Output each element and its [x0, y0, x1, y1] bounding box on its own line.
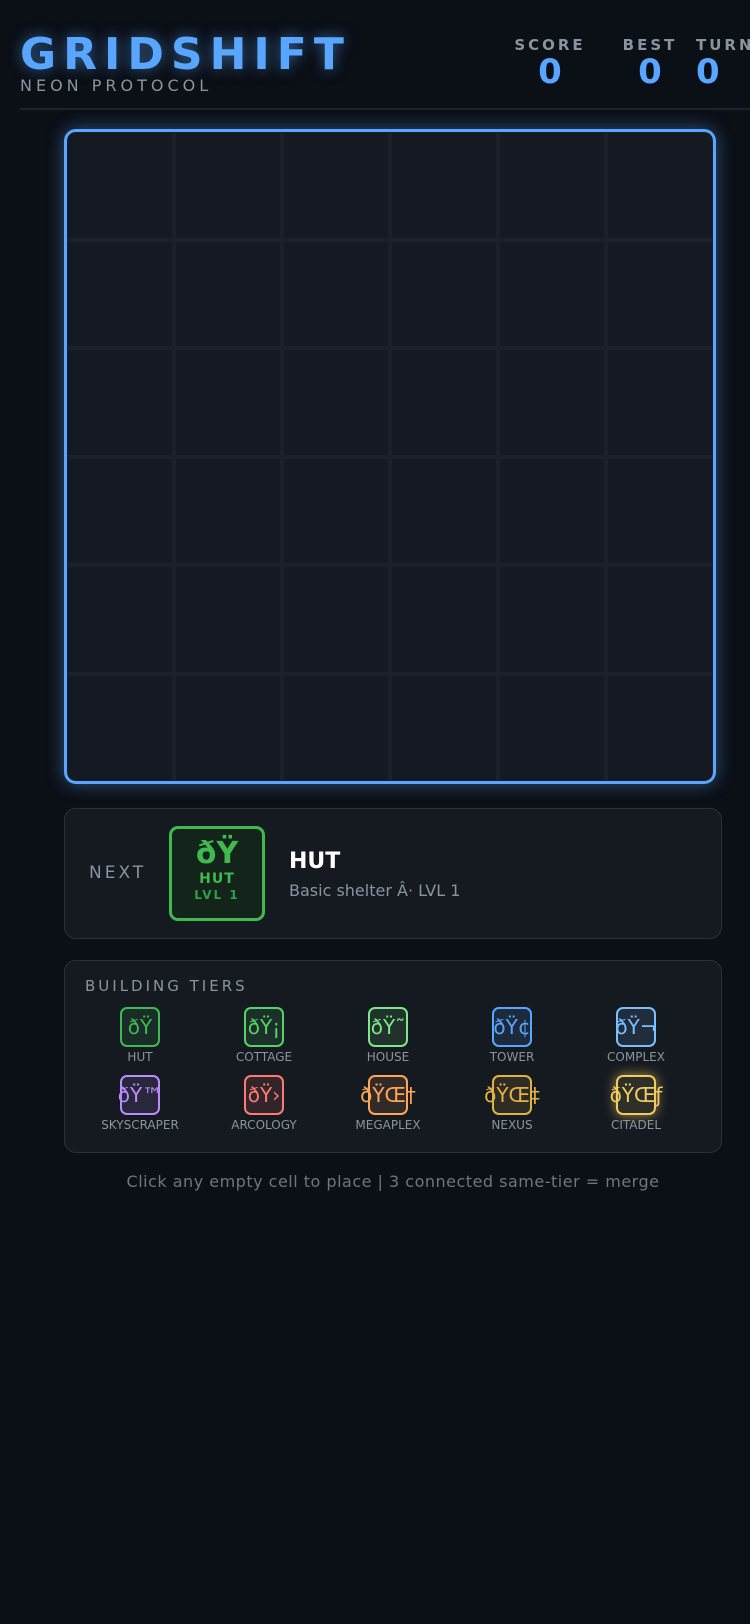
board-cell[interactable]	[608, 675, 712, 780]
best-stat: BEST 0	[612, 36, 688, 90]
tier-item-complex: ðŸ¬ COMPLEX	[581, 1007, 691, 1064]
board-cell[interactable]	[392, 133, 496, 238]
board-cell[interactable]	[608, 350, 712, 455]
house-icon: ðŸ˜	[368, 1007, 408, 1047]
hut-icon: ðŸ	[195, 836, 239, 871]
next-tile: ðŸ HUT LVL 1	[169, 826, 265, 921]
board-cell[interactable]	[176, 133, 280, 238]
board-cell[interactable]	[392, 458, 496, 563]
board-cell[interactable]	[284, 241, 388, 346]
instructions-hint: Click any empty cell to place | 3 connec…	[126, 1172, 660, 1191]
tier-name: TOWER	[489, 1050, 535, 1064]
tier-item-arcology: ðŸ› ARCOLOGY	[209, 1075, 319, 1132]
tier-name: COMPLEX	[607, 1050, 665, 1064]
tier-name: HUT	[127, 1050, 153, 1064]
board-cell[interactable]	[392, 241, 496, 346]
board-cell[interactable]	[284, 567, 388, 672]
score-stat: SCORE 0	[512, 36, 588, 90]
board-cell[interactable]	[284, 675, 388, 780]
board-cell[interactable]	[500, 133, 604, 238]
board-cell[interactable]	[176, 458, 280, 563]
board-cell[interactable]	[68, 350, 172, 455]
tier-name: HOUSE	[366, 1050, 410, 1064]
arcology-icon: ðŸ›	[244, 1075, 284, 1115]
board-cell[interactable]	[68, 133, 172, 238]
turn-stat: TURN 0	[696, 36, 750, 90]
building-tiers-panel: BUILDING TIERS ðŸ HUT ðŸ¡ COTTAGE ðŸ˜ HOUSE ðŸ…	[64, 960, 722, 1153]
board-cell[interactable]	[500, 675, 604, 780]
board-cell[interactable]	[284, 350, 388, 455]
cottage-icon: ðŸ¡	[244, 1007, 284, 1047]
skyscraper-icon: ðŸ™	[118, 1075, 162, 1115]
game-title: GRIDSHIFT	[20, 29, 351, 80]
board-cell[interactable]	[500, 458, 604, 563]
tier-item-megaplex: ðŸŒ† MEGAPLEX	[333, 1075, 443, 1132]
complex-icon: ðŸ¬	[615, 1007, 657, 1047]
board-cell[interactable]	[176, 241, 280, 346]
next-panel: NEXT ðŸ HUT LVL 1 HUT Basic shelter Â· L…	[64, 808, 722, 939]
board-cell[interactable]	[608, 567, 712, 672]
board-cell[interactable]	[284, 458, 388, 563]
board-cell[interactable]	[392, 350, 496, 455]
game-subtitle: NEON PROTOCOL	[20, 76, 213, 95]
hut-icon: ðŸ	[120, 1007, 160, 1047]
tier-name: CITADEL	[610, 1118, 662, 1132]
board-cell[interactable]	[68, 567, 172, 672]
tier-name: ARCOLOGY	[231, 1118, 297, 1132]
board-cell[interactable]	[176, 675, 280, 780]
tier-name: MEGAPLEX	[355, 1118, 421, 1132]
best-value: 0	[638, 52, 662, 92]
game-board	[64, 129, 716, 784]
board-cell[interactable]	[500, 350, 604, 455]
next-building-description: Basic shelter Â· LVL 1	[289, 881, 461, 900]
board-cell[interactable]	[608, 133, 712, 238]
board-cell[interactable]	[68, 675, 172, 780]
tower-icon: ðŸ¢	[492, 1007, 532, 1047]
next-tile-name: HUT	[199, 871, 235, 887]
board-cell[interactable]	[68, 241, 172, 346]
board-cell[interactable]	[176, 350, 280, 455]
board-cell[interactable]	[176, 567, 280, 672]
board-cell[interactable]	[392, 675, 496, 780]
tier-name: SKYSCRAPER	[101, 1118, 179, 1132]
board-cell[interactable]	[392, 567, 496, 672]
tier-item-citadel: ðŸŒƒ CITADEL	[581, 1075, 691, 1132]
board-cell[interactable]	[500, 567, 604, 672]
building-tiers-title: BUILDING TIERS	[85, 977, 248, 995]
tier-item-house: ðŸ˜ HOUSE	[333, 1007, 443, 1064]
tier-item-nexus: ðŸŒ‡ NEXUS	[457, 1075, 567, 1132]
board-cell[interactable]	[500, 241, 604, 346]
board-cell[interactable]	[608, 241, 712, 346]
board-cell[interactable]	[68, 458, 172, 563]
header: GRIDSHIFT NEON PROTOCOL SCORE 0 BEST 0 T…	[20, 30, 750, 110]
next-building-name: HUT	[289, 849, 341, 874]
next-tile-level: LVL 1	[194, 888, 240, 902]
megaplex-icon: ðŸŒ†	[360, 1075, 416, 1115]
board-cell[interactable]	[284, 133, 388, 238]
tier-item-hut: ðŸ HUT	[85, 1007, 195, 1064]
tier-item-tower: ðŸ¢ TOWER	[457, 1007, 567, 1064]
board-cell[interactable]	[608, 458, 712, 563]
tier-name: NEXUS	[491, 1118, 533, 1132]
citadel-icon: ðŸŒƒ	[610, 1075, 662, 1115]
nexus-icon: ðŸŒ‡	[484, 1075, 540, 1115]
tier-item-cottage: ðŸ¡ COTTAGE	[209, 1007, 319, 1064]
tier-item-skyscraper: ðŸ™ SKYSCRAPER	[85, 1075, 195, 1132]
score-value: 0	[538, 52, 562, 92]
tier-name: COTTAGE	[235, 1050, 293, 1064]
next-label: NEXT	[89, 863, 147, 883]
turn-value: 0	[696, 52, 720, 92]
